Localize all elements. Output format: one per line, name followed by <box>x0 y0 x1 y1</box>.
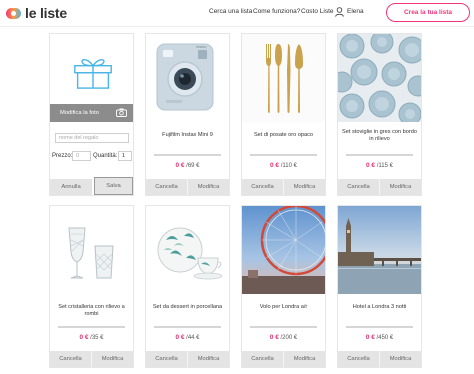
logo[interactable]: le liste <box>6 5 67 21</box>
gift-card[interactable]: Volo per Londra a/r 0 € /200 € Cancella … <box>241 205 326 368</box>
cancel-button[interactable]: Cancella <box>50 351 91 367</box>
progress-bar <box>346 326 413 328</box>
price-total: /450 € <box>376 335 394 341</box>
price-collected: 0 € <box>365 334 375 341</box>
progress-bar <box>250 326 317 328</box>
price-value: 0 <box>76 153 80 159</box>
progress-bar <box>154 326 221 328</box>
gift-card[interactable]: instax Fujifilm Instax Mini 9 0 € /69 € … <box>145 33 230 196</box>
price-collected: 0 € <box>175 162 185 169</box>
create-list-button[interactable]: Crea la tua lista <box>386 3 470 22</box>
progress-bar <box>154 154 221 156</box>
logo-mark-icon <box>6 7 21 19</box>
gift-title: Set da dessert in porcellana <box>152 304 223 310</box>
user-name[interactable]: Elena <box>347 8 364 15</box>
price-collected: 0 € <box>269 334 279 341</box>
gift-title: Set cristalleria con rilievo a rombi <box>58 304 125 317</box>
price-total: /115 € <box>376 163 393 169</box>
gift-card[interactable]: Set cristalleria con rilievo a rombi 0 €… <box>49 205 134 368</box>
user-icon[interactable] <box>335 7 344 17</box>
gift-name-input[interactable]: nome del regalo <box>55 133 129 143</box>
gift-image-london-eye[interactable] <box>242 206 325 294</box>
gift-card[interactable]: Set da dessert in porcellana 0 € /44 € C… <box>145 205 230 368</box>
price-collected: 0 € <box>79 334 89 341</box>
gift-price: 0 € /69 € <box>146 162 229 169</box>
edit-button[interactable]: Modifica <box>91 351 133 367</box>
gift-price: 0 € /200 € <box>242 334 325 341</box>
price-collected: 0 € <box>270 162 280 169</box>
cancel-button[interactable]: Cancella <box>338 351 379 367</box>
price-collected: 0 € <box>175 334 185 341</box>
quantity-label: Quantità: <box>93 153 118 159</box>
gift-image-plates[interactable] <box>338 34 421 122</box>
price-input[interactable]: 0 <box>72 151 91 161</box>
svg-text:instax: instax <box>196 44 206 49</box>
logo-text: le liste <box>25 5 67 21</box>
cancel-button[interactable]: Cancella <box>242 179 283 195</box>
gift-photo-placeholder[interactable]: Modifica la foto <box>50 34 133 122</box>
nav-search-list[interactable]: Cerca una lista <box>209 8 252 15</box>
edit-button[interactable]: Modifica <box>283 351 325 367</box>
gift-title: Volo per Londra a/r <box>259 304 308 310</box>
quantity-input[interactable]: 1 <box>118 151 132 161</box>
edit-button[interactable]: Modifica <box>379 179 421 195</box>
edit-button[interactable]: Modifica <box>187 351 229 367</box>
camera-icon <box>116 108 127 117</box>
quantity-value: 1 <box>122 153 126 159</box>
gift-price: 0 € /115 € <box>338 162 421 169</box>
price-label: Prezzo: <box>52 153 73 159</box>
price-total: /110 € <box>280 163 297 169</box>
gift-card[interactable]: Hotel a Londra 3 notti 0 € /450 € Cancel… <box>337 205 422 368</box>
price-total: /69 € <box>186 163 200 169</box>
edit-button[interactable]: Modifica <box>379 351 421 367</box>
progress-bar <box>250 154 317 156</box>
gift-title: Set stoviglie in gres con bordo in rilie… <box>342 129 417 142</box>
change-photo-label: Modifica la foto <box>60 110 99 116</box>
price-total: /44 € <box>186 335 200 341</box>
gift-card[interactable]: Set di posate oro opaco 0 € /110 € Cance… <box>241 33 326 196</box>
gift-image-london-skyline[interactable] <box>338 206 421 294</box>
gift-price: 0 € /450 € <box>338 334 421 341</box>
edit-button[interactable]: Modifica <box>187 179 229 195</box>
gift-card[interactable]: Set stoviglie in gres con bordo in rilie… <box>337 33 422 196</box>
gift-image-glasses[interactable] <box>50 206 133 294</box>
gift-image-dessert-set[interactable] <box>146 206 229 294</box>
price-collected: 0 € <box>366 162 376 169</box>
edit-button[interactable]: Modifica <box>283 179 325 195</box>
gift-price: 0 € /110 € <box>242 162 325 169</box>
gift-edit-card: Modifica la foto nome del regalo Prezzo:… <box>49 33 134 196</box>
save-button[interactable]: Salva <box>94 177 133 195</box>
gift-title: Hotel a Londra 3 notti <box>352 304 407 310</box>
gift-image-cutlery[interactable] <box>242 34 325 122</box>
cancel-button[interactable]: Cancella <box>242 351 283 367</box>
gift-image-instax[interactable]: instax <box>146 34 229 122</box>
cancel-button[interactable]: Cancella <box>146 351 187 367</box>
nav-how-it-works[interactable]: Come funziona? <box>253 8 300 15</box>
price-total: /35 € <box>90 335 104 341</box>
cancel-button[interactable]: Cancella <box>338 179 379 195</box>
gift-price: 0 € /44 € <box>146 334 229 341</box>
progress-bar <box>58 326 125 328</box>
nav-pricing[interactable]: Costo Liste <box>301 8 334 15</box>
change-photo-button[interactable]: Modifica la foto <box>50 104 133 122</box>
gift-title: Fujifilm Instax Mini 9 <box>162 132 213 138</box>
price-total: /200 € <box>280 335 298 341</box>
cancel-button[interactable]: Cancella <box>146 179 187 195</box>
gift-name-placeholder: nome del regalo <box>59 135 99 141</box>
progress-bar <box>346 154 413 156</box>
cancel-edit-button[interactable]: Annulla <box>50 179 92 195</box>
gift-title: Set di posate oro opaco <box>253 132 314 138</box>
gift-icon <box>74 58 112 89</box>
top-header: le liste Cerca una lista Come funziona? … <box>0 0 474 27</box>
gift-price: 0 € /35 € <box>50 334 133 341</box>
